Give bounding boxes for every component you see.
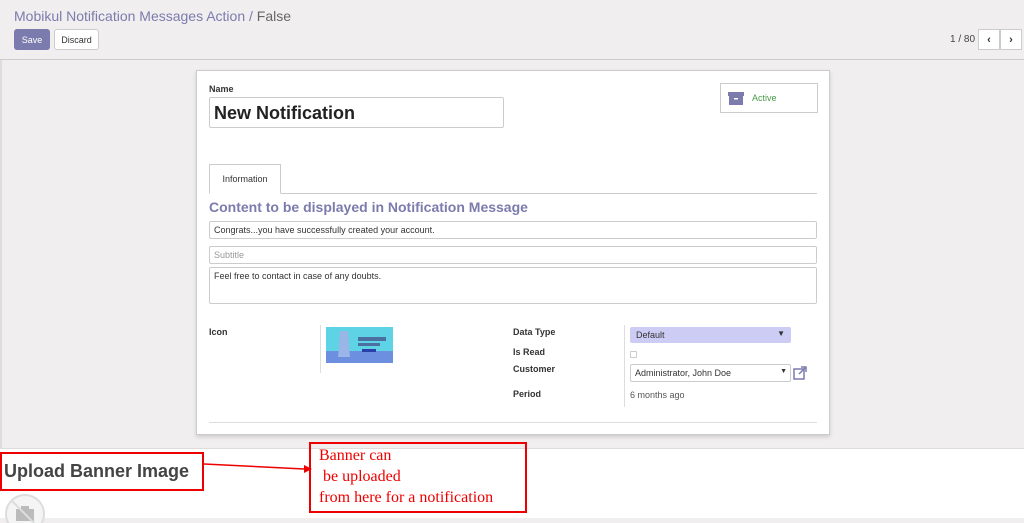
title-input[interactable]: Congrats...you have successfully created… xyxy=(209,221,817,239)
control-panel: Mobikul Notification Messages Action / F… xyxy=(0,0,1024,60)
is-read-label: Is Read xyxy=(513,347,546,357)
data-type-label: Data Type xyxy=(513,327,556,337)
breadcrumb: Mobikul Notification Messages Action / F… xyxy=(14,8,291,24)
pager-value: 1 / 80 xyxy=(950,34,976,45)
banner-image-thumbnail[interactable] xyxy=(326,327,393,363)
annotation-area: Upload Banner Image Banner can be upload… xyxy=(0,442,1024,523)
tab-divider xyxy=(209,193,817,194)
external-link-icon[interactable] xyxy=(793,366,807,380)
pager-previous-button[interactable]: ‹ xyxy=(978,29,1000,50)
period-label: Period xyxy=(513,389,542,399)
customer-select[interactable]: Administrator, John Doe ▼ xyxy=(630,364,791,382)
left-border xyxy=(0,60,2,448)
breadcrumb-separator: / xyxy=(249,8,253,24)
data-type-value: Default xyxy=(636,330,665,340)
annotation-note: Banner can be uploaded from here for a no… xyxy=(309,442,527,513)
icon-label: Icon xyxy=(209,327,228,337)
section-title: Content to be displayed in Notification … xyxy=(209,199,528,215)
discard-button[interactable]: Discard xyxy=(54,29,99,50)
body-textarea[interactable]: Feel free to contact in case of any doub… xyxy=(209,267,817,304)
customer-label: Customer xyxy=(513,364,556,374)
dropdown-arrow-icon: ▼ xyxy=(777,329,785,338)
annotation-arrow-icon xyxy=(204,463,312,473)
note-line: from here for a notification xyxy=(319,489,494,506)
no-image-camera-icon[interactable] xyxy=(4,493,46,523)
archive-icon xyxy=(728,92,744,105)
dropdown-caret-icon: ▼ xyxy=(780,368,787,375)
upload-banner-heading: Upload Banner Image xyxy=(0,452,204,491)
note-line: Banner can xyxy=(319,447,392,464)
field-divider xyxy=(320,325,321,373)
customer-value: Administrator, John Doe xyxy=(635,368,732,378)
name-label: Name xyxy=(209,84,234,94)
active-label: Active xyxy=(752,93,777,103)
field-divider xyxy=(624,325,625,407)
save-button[interactable]: Save xyxy=(14,29,50,50)
tab-information[interactable]: Information xyxy=(209,164,281,194)
name-input[interactable]: New Notification xyxy=(209,97,504,128)
sheet-divider xyxy=(209,422,817,423)
active-toggle-button[interactable]: Active xyxy=(720,83,818,113)
subtitle-input[interactable]: Subtitle xyxy=(209,246,817,264)
note-line: be uploaded xyxy=(319,468,401,485)
form-sheet: Name New Notification Active Information… xyxy=(196,70,830,435)
data-type-select[interactable]: Default ▼ xyxy=(630,327,791,343)
breadcrumb-current: False xyxy=(256,8,292,24)
breadcrumb-parent[interactable]: Mobikul Notification Messages Action xyxy=(14,8,245,24)
is-read-checkbox[interactable] xyxy=(630,351,637,358)
pager-next-button[interactable]: › xyxy=(1000,29,1022,50)
period-value: 6 months ago xyxy=(630,390,685,400)
